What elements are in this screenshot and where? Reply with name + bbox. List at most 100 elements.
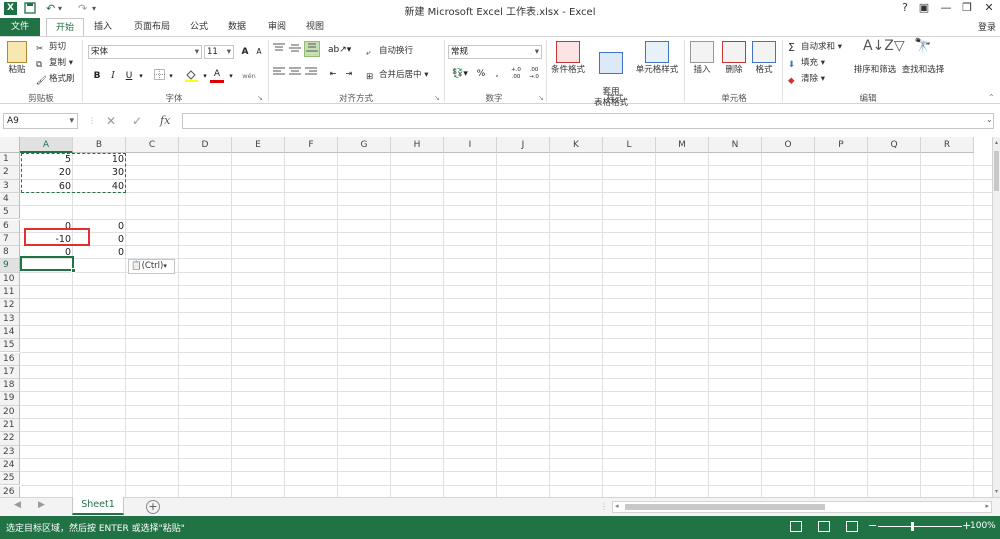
find-select-button[interactable]: 🔭 查找和选择	[900, 39, 946, 76]
h-scroll-thumb[interactable]	[625, 504, 825, 510]
active-cell-border[interactable]	[20, 256, 74, 271]
conditional-formatting-button[interactable]: 条件格式	[548, 41, 588, 76]
align-center-button[interactable]	[288, 67, 302, 81]
decrease-decimal-button[interactable]: .00 →.0	[526, 67, 542, 81]
row-header-26[interactable]: 26	[0, 485, 20, 497]
column-header-j[interactable]: J	[497, 137, 550, 153]
tab-home[interactable]: 开始	[46, 18, 84, 36]
tab-page-layout[interactable]: 页面布局	[128, 18, 176, 36]
italic-button[interactable]: I	[106, 69, 120, 83]
column-header-b[interactable]: B	[73, 137, 126, 153]
align-left-button[interactable]	[272, 67, 286, 81]
column-header-c[interactable]: C	[126, 137, 179, 153]
cell-styles-button[interactable]: 单元格样式	[634, 41, 680, 76]
tab-file[interactable]: 文件	[0, 18, 40, 36]
close-button[interactable]: ✕	[980, 1, 998, 14]
row-header-6[interactable]: 6	[0, 219, 20, 233]
row-header-5[interactable]: 5	[0, 206, 20, 220]
column-header-m[interactable]: M	[656, 137, 709, 153]
zoom-level[interactable]: 100%	[970, 521, 996, 531]
row-header-3[interactable]: 3	[0, 179, 20, 193]
scroll-up-icon[interactable]: ▴	[993, 139, 1000, 146]
underline-dropdown-icon[interactable]: ▾	[134, 69, 148, 83]
row-header-22[interactable]: 22	[0, 432, 20, 446]
row-header-18[interactable]: 18	[0, 379, 20, 393]
sheet-tab-sheet1[interactable]: Sheet1	[72, 497, 124, 515]
row-header-19[interactable]: 19	[0, 392, 20, 406]
column-header-g[interactable]: G	[338, 137, 391, 153]
tab-review[interactable]: 审阅	[262, 18, 292, 36]
decrease-indent-button[interactable]: ⇤	[326, 67, 340, 81]
column-header-i[interactable]: I	[444, 137, 497, 153]
cancel-entry-button[interactable]: ✕	[106, 113, 116, 129]
cut-button[interactable]: ✂ 剪切	[36, 41, 66, 54]
cell-b8[interactable]: 0	[73, 246, 126, 259]
sort-filter-button[interactable]: A↓Z▽ 排序和筛选	[852, 39, 905, 76]
row-header-7[interactable]: 7	[0, 232, 20, 247]
zoom-out-button[interactable]: −	[868, 519, 877, 532]
row-header-14[interactable]: 14	[0, 325, 20, 340]
add-sheet-button[interactable]: +	[146, 500, 160, 514]
prev-sheet-icon[interactable]: ◀	[14, 500, 21, 510]
font-size-select[interactable]: 11 ▾	[204, 45, 234, 59]
restore-button[interactable]: ❐	[958, 1, 976, 14]
column-header-r[interactable]: R	[921, 137, 974, 153]
column-header-f[interactable]: F	[285, 137, 338, 153]
font-color-button[interactable]: A	[210, 69, 224, 83]
column-header-l[interactable]: L	[603, 137, 656, 153]
zoom-slider-thumb[interactable]	[911, 522, 914, 531]
next-sheet-icon[interactable]: ▶	[38, 500, 45, 510]
row-header-13[interactable]: 13	[0, 312, 20, 326]
autosum-button[interactable]: Σ 自动求和 ▾	[788, 41, 842, 54]
row-header-1[interactable]: 1	[0, 153, 20, 167]
row-header-20[interactable]: 20	[0, 405, 20, 419]
align-bottom-button[interactable]	[304, 41, 320, 57]
align-top-button[interactable]	[272, 43, 286, 57]
row-header-4[interactable]: 4	[0, 192, 20, 207]
row-header-15[interactable]: 15	[0, 339, 20, 353]
number-format-select[interactable]: 常规 ▾	[448, 45, 542, 59]
fill-color-button[interactable]	[184, 69, 198, 83]
help-button[interactable]: ?	[896, 1, 914, 14]
fill-button[interactable]: ⬇ 填充 ▾	[788, 57, 825, 70]
confirm-entry-button[interactable]: ✓	[132, 113, 142, 129]
row-header-8[interactable]: 8	[0, 246, 20, 260]
accounting-format-button[interactable]: 💱▾	[450, 67, 470, 81]
collapse-ribbon-icon[interactable]: ⌃	[988, 93, 1000, 103]
merge-center-button[interactable]: ⊞ 合并后居中 ▾	[366, 69, 428, 82]
insert-function-button[interactable]: fx	[160, 113, 170, 129]
font-name-select[interactable]: 宋体 ▾	[88, 45, 202, 59]
orientation-button[interactable]: ab↗▾	[328, 43, 351, 57]
column-header-h[interactable]: H	[391, 137, 444, 153]
insert-cells-button[interactable]: 插入	[688, 41, 716, 76]
column-header-o[interactable]: O	[762, 137, 815, 153]
row-header-17[interactable]: 17	[0, 365, 20, 380]
clear-button[interactable]: ◆ 清除 ▾	[788, 73, 825, 86]
tab-insert[interactable]: 插入	[88, 18, 118, 36]
column-header-n[interactable]: N	[709, 137, 762, 153]
row-header-2[interactable]: 2	[0, 166, 20, 180]
wrap-text-button[interactable]: ⤶ 自动换行	[366, 45, 413, 58]
worksheet-grid[interactable]: ABCDEFGHIJKLMNOPQR 1 2 3 4 5 6 7 8 9 10 11 12 13 14 15…	[0, 137, 992, 497]
paste-options-button[interactable]: 📋(Ctrl)▾	[128, 259, 175, 274]
borders-dropdown-icon[interactable]: ▾	[164, 69, 178, 83]
row-header-11[interactable]: 11	[0, 286, 20, 300]
row-header-12[interactable]: 12	[0, 299, 20, 313]
row-header-10[interactable]: 10	[0, 272, 20, 286]
page-layout-view-icon[interactable]	[818, 521, 830, 532]
column-header-a[interactable]: A	[20, 137, 73, 153]
row-header-9[interactable]: 9	[0, 259, 20, 273]
tab-formulas[interactable]: 公式	[184, 18, 214, 36]
column-header-d[interactable]: D	[179, 137, 232, 153]
scroll-thumb[interactable]	[994, 151, 999, 191]
align-middle-button[interactable]	[288, 43, 302, 57]
select-all-corner[interactable]	[0, 137, 20, 153]
row-header-16[interactable]: 16	[0, 352, 20, 366]
horizontal-scrollbar[interactable]: ◂ ▸	[612, 501, 992, 513]
delete-cells-button[interactable]: 删除	[720, 41, 748, 76]
copy-button[interactable]: ⧉ 复制 ▾	[36, 57, 73, 70]
row-header-24[interactable]: 24	[0, 458, 20, 473]
zoom-slider[interactable]	[878, 526, 962, 527]
normal-view-icon[interactable]	[790, 521, 802, 532]
login-link[interactable]: 登录	[978, 20, 996, 33]
